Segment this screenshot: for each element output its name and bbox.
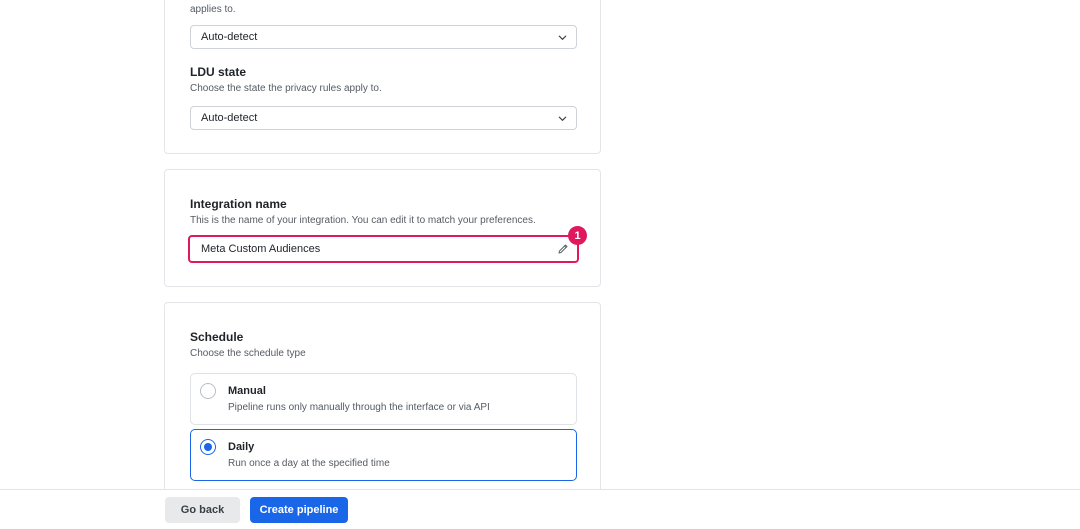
schedule-title: Schedule [190, 330, 244, 344]
privacy-settings-card: applies to. Auto-detect LDU state Choose… [164, 0, 601, 154]
radio-manual[interactable] [200, 383, 216, 399]
ldu-select-value: Auto-detect [201, 112, 258, 124]
chevron-down-icon [558, 35, 567, 40]
schedule-option-manual[interactable]: Manual Pipeline runs only manually throu… [190, 373, 577, 425]
integration-name-value: Meta Custom Audiences [201, 243, 321, 255]
footer-bar: Go back Create pipeline [0, 489, 1080, 529]
country-select[interactable]: Auto-detect [190, 25, 577, 49]
create-pipeline-button[interactable]: Create pipeline [250, 497, 348, 523]
schedule-desc: Choose the schedule type [190, 348, 306, 359]
applies-text: applies to. [190, 4, 236, 15]
radio-daily[interactable] [200, 439, 216, 455]
chevron-down-icon [558, 116, 567, 121]
page: applies to. Auto-detect LDU state Choose… [0, 0, 1080, 529]
option-title: Daily [228, 441, 255, 453]
integration-name-title: Integration name [190, 197, 287, 211]
integration-name-input[interactable]: Meta Custom Audiences [188, 235, 579, 263]
integration-name-card: Integration name This is the name of you… [164, 169, 601, 287]
step-badge: 1 [568, 226, 587, 245]
ldu-state-title: LDU state [190, 65, 247, 79]
pencil-icon[interactable] [557, 243, 569, 255]
option-desc: Run once a day at the specified time [228, 458, 390, 469]
option-desc: Pipeline runs only manually through the … [228, 402, 490, 413]
go-back-button[interactable]: Go back [165, 497, 240, 523]
ldu-state-select[interactable]: Auto-detect [190, 106, 577, 130]
option-title: Manual [228, 385, 266, 397]
integration-name-desc: This is the name of your integration. Yo… [190, 215, 536, 226]
country-select-value: Auto-detect [201, 31, 258, 43]
ldu-state-desc: Choose the state the privacy rules apply… [190, 83, 382, 94]
schedule-option-daily[interactable]: Daily Run once a day at the specified ti… [190, 429, 577, 481]
